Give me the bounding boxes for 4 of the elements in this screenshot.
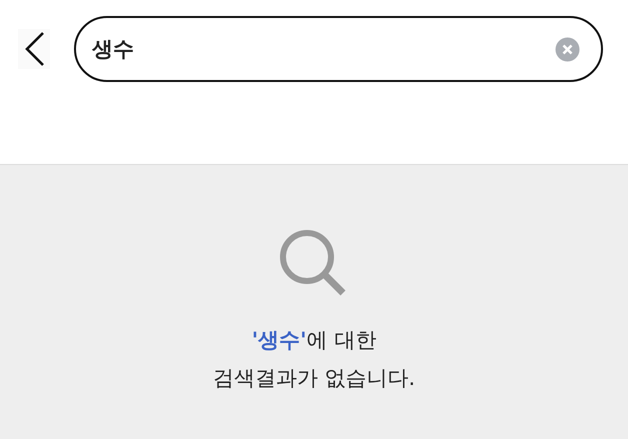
empty-message: '생수'에 대한 xyxy=(252,327,376,354)
back-button[interactable] xyxy=(18,29,50,69)
search-field[interactable]: 생수 xyxy=(74,16,603,82)
empty-detail: 검색결과가 없습니다. xyxy=(212,365,416,392)
